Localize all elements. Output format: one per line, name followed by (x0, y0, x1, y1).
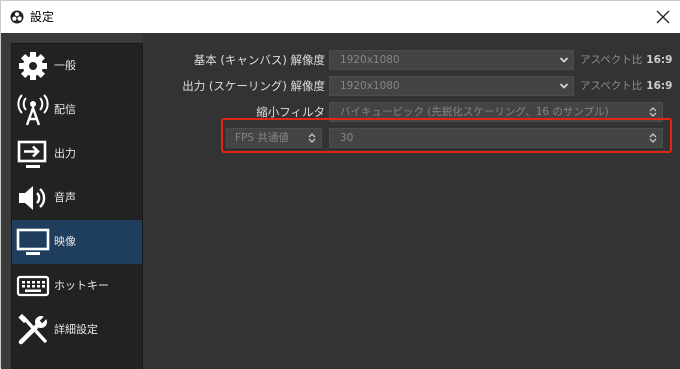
title-bar: 設定 (1, 1, 680, 33)
close-button[interactable] (649, 3, 677, 31)
settings-sidebar: 一般 配信 出力 音声 映像 ホットキー 詳細設定 (11, 43, 143, 369)
monitor-icon (16, 228, 50, 255)
sidebar-item-advanced[interactable]: 詳細設定 (12, 308, 142, 352)
settings-window: 設定 一般 配信 出力 音声 映像 ホットキー 詳細設定 基本 (キャンバス) … (0, 0, 680, 369)
sidebar-item-hotkeys[interactable]: ホットキー (12, 264, 142, 308)
sidebar-item-video[interactable]: 映像 (12, 220, 142, 264)
output-resolution-combo[interactable]: 1920x1080 (329, 76, 574, 96)
sidebar-item-label: 詳細設定 (54, 323, 98, 336)
fps-highlight-box (221, 118, 672, 153)
sidebar-item-label: 出力 (54, 147, 76, 160)
close-icon (656, 10, 670, 24)
chevron-down-icon (559, 57, 569, 63)
sidebar-item-label: 音声 (54, 191, 76, 204)
sidebar-item-label: 配信 (54, 103, 76, 116)
broadcast-icon (17, 94, 49, 126)
sidebar-item-general[interactable]: 一般 (12, 44, 142, 88)
sidebar-item-output[interactable]: 出力 (12, 132, 142, 176)
base-resolution-row: 基本 (キャンバス) 解像度 1920x1080 アスペクト比 16:9 (143, 49, 680, 71)
base-resolution-dropdown-button[interactable] (555, 51, 573, 69)
video-settings-panel: 基本 (キャンバス) 解像度 1920x1080 アスペクト比 16:9 出力 (… (143, 33, 680, 369)
output-icon (17, 140, 47, 168)
base-resolution-value: 1920x1080 (340, 54, 400, 66)
sidebar-item-label: 一般 (54, 59, 76, 72)
base-aspect-ratio: アスペクト比 16:9 (580, 54, 673, 66)
settings-body: 一般 配信 出力 音声 映像 ホットキー 詳細設定 基本 (キャンバス) 解像度… (1, 33, 680, 369)
obs-app-icon (10, 10, 24, 24)
sidebar-item-label: 映像 (54, 235, 76, 248)
gear-icon (19, 52, 47, 80)
keyboard-icon (16, 275, 50, 297)
downscale-filter-value: バイキュービック (先鋭化スケーリング、16 のサンプル) (340, 106, 609, 118)
output-resolution-label: 出力 (スケーリング) 解像度 (182, 79, 325, 93)
output-resolution-value: 1920x1080 (340, 80, 400, 92)
updown-arrows-icon (649, 107, 657, 117)
tools-icon (18, 313, 49, 345)
sidebar-item-label: ホットキー (54, 279, 109, 292)
output-resolution-row: 出力 (スケーリング) 解像度 1920x1080 アスペクト比 16:9 (143, 75, 680, 97)
chevron-down-icon (559, 83, 569, 89)
speaker-icon (19, 186, 46, 210)
base-resolution-combo[interactable]: 1920x1080 (329, 50, 574, 70)
output-aspect-ratio: アスペクト比 16:9 (580, 80, 673, 92)
sidebar-item-audio[interactable]: 音声 (12, 176, 142, 220)
base-resolution-label: 基本 (キャンバス) 解像度 (193, 53, 325, 67)
window-title: 設定 (30, 10, 55, 24)
output-resolution-dropdown-button[interactable] (555, 77, 573, 95)
sidebar-item-stream[interactable]: 配信 (12, 88, 142, 132)
